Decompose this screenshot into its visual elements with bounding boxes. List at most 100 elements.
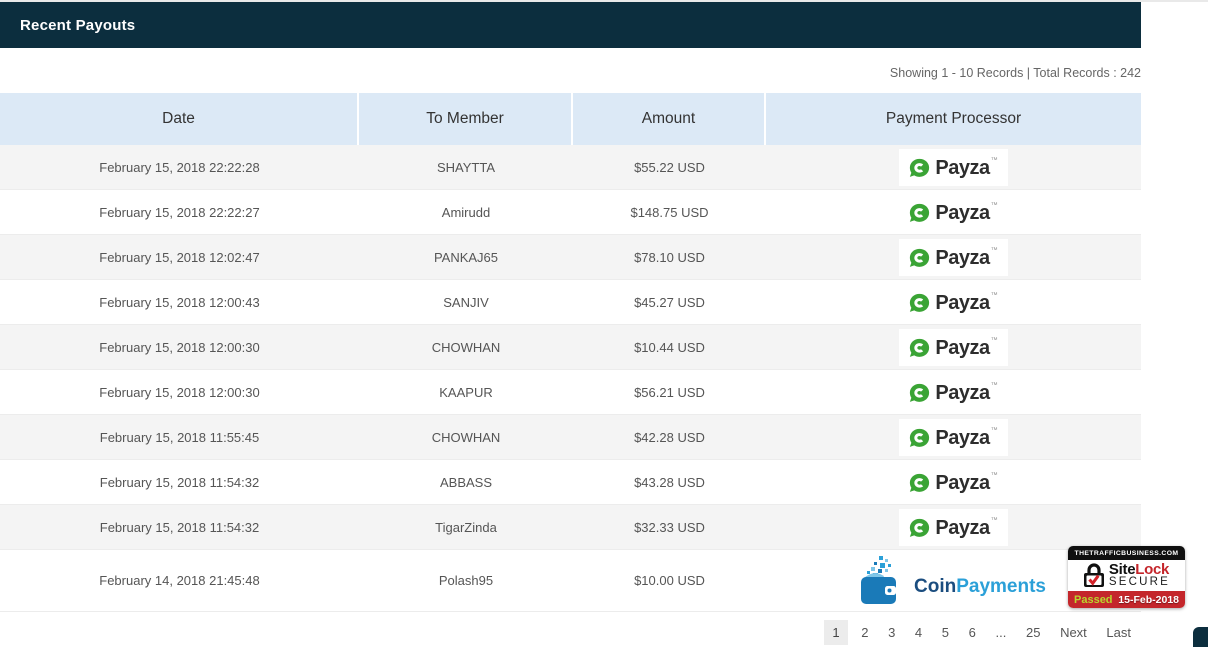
column-header-date: Date xyxy=(0,93,359,145)
payout-amount: $78.10 USD xyxy=(573,235,766,279)
payouts-table: Date To Member Amount Payment Processor … xyxy=(0,93,1141,612)
table-row: February 15, 2018 12:00:30 CHOWHAN $10.4… xyxy=(0,325,1141,370)
pagination-next[interactable]: Next xyxy=(1054,620,1093,645)
table-row: February 15, 2018 11:55:45 CHOWHAN $42.2… xyxy=(0,415,1141,460)
payza-trademark: ™ xyxy=(991,336,998,346)
payout-processor: Payza™ xyxy=(766,505,1141,549)
table-row: February 15, 2018 12:02:47 PANKAJ65 $78.… xyxy=(0,235,1141,280)
scroll-top-button[interactable] xyxy=(1193,627,1208,647)
payout-member: TigarZinda xyxy=(359,505,573,549)
payza-icon xyxy=(909,203,930,224)
payout-member: SANJIV xyxy=(359,280,573,324)
payza-logo: Payza™ xyxy=(899,374,1007,411)
payza-logo: Payza™ xyxy=(899,419,1007,456)
payza-trademark: ™ xyxy=(991,156,998,166)
table-row: February 15, 2018 11:54:32 ABBASS $43.28… xyxy=(0,460,1141,505)
recent-payouts-page: Recent Payouts Showing 1 - 10 Records | … xyxy=(0,0,1208,647)
payout-date: February 14, 2018 21:45:48 xyxy=(0,550,359,611)
column-header-payment-processor: Payment Processor xyxy=(766,93,1141,145)
payza-logo: Payza™ xyxy=(899,284,1007,321)
payza-icon xyxy=(909,248,930,269)
column-header-to-member: To Member xyxy=(359,93,573,145)
table-row: February 15, 2018 22:22:28 SHAYTTA $55.2… xyxy=(0,145,1141,190)
sitelock-status-bar: Passed 15-Feb-2018 xyxy=(1068,591,1185,608)
payza-trademark: ™ xyxy=(991,426,998,436)
pagination-page-4[interactable]: 4 xyxy=(909,620,928,645)
sitelock-secure-badge[interactable]: THETRAFFICBUSINESS.COM SiteLock SECURE P… xyxy=(1068,546,1185,608)
payout-member: KAAPUR xyxy=(359,370,573,414)
payout-processor: Payza™ xyxy=(766,235,1141,279)
table-row: February 15, 2018 12:00:30 KAAPUR $56.21… xyxy=(0,370,1141,415)
records-summary: Showing 1 - 10 Records | Total Records :… xyxy=(0,66,1141,81)
payza-trademark: ™ xyxy=(991,381,998,391)
pagination-page-3[interactable]: 3 xyxy=(882,620,901,645)
sitelock-passed-label: Passed xyxy=(1074,594,1113,606)
payout-member: Polash95 xyxy=(359,550,573,611)
payza-logo: Payza™ xyxy=(899,239,1007,276)
sitelock-wordmark: SiteLock SECURE xyxy=(1109,563,1170,589)
payout-date: February 15, 2018 11:54:32 xyxy=(0,460,359,504)
payza-trademark: ™ xyxy=(991,471,998,481)
payout-member: Amirudd xyxy=(359,190,573,234)
payout-processor: Payza™ xyxy=(766,280,1141,324)
padlock-check-icon xyxy=(1083,563,1105,588)
table-row: February 15, 2018 22:22:27 Amirudd $148.… xyxy=(0,190,1141,235)
payout-processor: Payza™ xyxy=(766,415,1141,459)
pagination-page-1[interactable]: 1 xyxy=(824,620,847,645)
payza-logo-text: Payza xyxy=(935,336,989,360)
payza-logo-text: Payza xyxy=(935,156,989,180)
payout-amount: $32.33 USD xyxy=(573,505,766,549)
payza-icon xyxy=(909,473,930,494)
pagination-page-2[interactable]: 2 xyxy=(855,620,874,645)
payout-amount: $42.28 USD xyxy=(573,415,766,459)
sitelock-site-name: THETRAFFICBUSINESS.COM xyxy=(1068,546,1185,560)
payout-processor: Payza™ xyxy=(766,370,1141,414)
payza-icon xyxy=(909,293,930,314)
payza-logo: Payza™ xyxy=(899,329,1007,366)
pagination-last[interactable]: Last xyxy=(1100,620,1137,645)
payout-date: February 15, 2018 12:00:30 xyxy=(0,370,359,414)
payout-member: SHAYTTA xyxy=(359,145,573,189)
payout-date: February 15, 2018 12:00:30 xyxy=(0,325,359,369)
payza-trademark: ™ xyxy=(991,291,998,301)
payza-trademark: ™ xyxy=(991,246,998,256)
payza-logo-text: Payza xyxy=(935,516,989,540)
panel-header: Recent Payouts xyxy=(0,2,1141,48)
payout-amount: $45.27 USD xyxy=(573,280,766,324)
payout-date: February 15, 2018 22:22:27 xyxy=(0,190,359,234)
sitelock-secure-label: SECURE xyxy=(1109,576,1170,589)
pagination: 1 2 3 4 5 6 ... 25 Next Last xyxy=(0,620,1141,645)
payout-date: February 15, 2018 12:00:43 xyxy=(0,280,359,324)
pagination-page-6[interactable]: 6 xyxy=(963,620,982,645)
column-header-amount: Amount xyxy=(573,93,766,145)
payout-amount: $55.22 USD xyxy=(573,145,766,189)
payout-amount: $148.75 USD xyxy=(573,190,766,234)
pagination-page-5[interactable]: 5 xyxy=(936,620,955,645)
payout-date: February 15, 2018 11:54:32 xyxy=(0,505,359,549)
payza-logo-text: Payza xyxy=(935,381,989,405)
table-row: February 15, 2018 12:00:43 SANJIV $45.27… xyxy=(0,280,1141,325)
payza-logo: Payza™ xyxy=(899,509,1007,546)
payout-processor: Payza™ xyxy=(766,190,1141,234)
table-header-row: Date To Member Amount Payment Processor xyxy=(0,93,1141,145)
table-row: February 15, 2018 11:54:32 TigarZinda $3… xyxy=(0,505,1141,550)
payout-amount: $10.00 USD xyxy=(573,550,766,611)
coinpayments-text-coin: Coin xyxy=(914,576,956,597)
payza-icon xyxy=(909,383,930,404)
payza-logo: Payza™ xyxy=(899,194,1007,231)
payza-icon xyxy=(909,428,930,449)
pagination-page-25[interactable]: 25 xyxy=(1020,620,1046,645)
payza-logo-text: Payza xyxy=(935,201,989,225)
payout-member: PANKAJ65 xyxy=(359,235,573,279)
payout-date: February 15, 2018 11:55:45 xyxy=(0,415,359,459)
payout-amount: $10.44 USD xyxy=(573,325,766,369)
payout-processor: Payza™ xyxy=(766,145,1141,189)
payout-member: ABBASS xyxy=(359,460,573,504)
payout-amount: $43.28 USD xyxy=(573,460,766,504)
payza-icon xyxy=(909,518,930,539)
table-row: February 14, 2018 21:45:48 Polash95 $10.… xyxy=(0,550,1141,612)
payout-processor: Payza™ xyxy=(766,325,1141,369)
payout-date: February 15, 2018 12:02:47 xyxy=(0,235,359,279)
payza-trademark: ™ xyxy=(991,516,998,526)
payza-logo-text: Payza xyxy=(935,426,989,450)
